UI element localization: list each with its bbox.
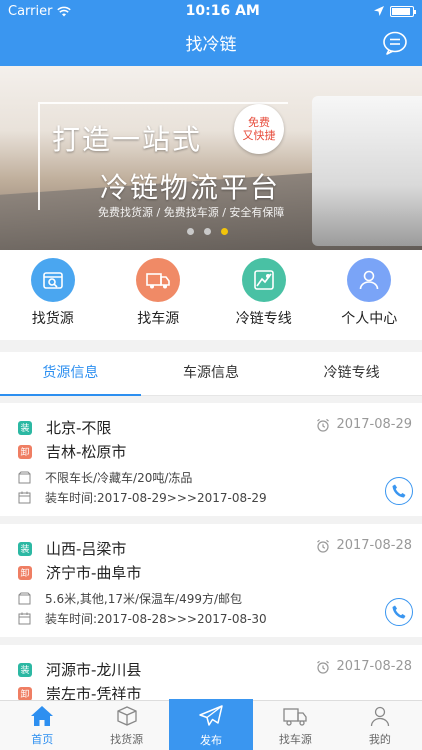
tabbar-mine[interactable]: 我的: [338, 701, 422, 750]
load-location: 北京-不限: [46, 419, 112, 437]
cargo-detail: 不限车长/冷藏车/20吨/冻品: [45, 471, 193, 485]
unload-location: 吉林-松原市: [46, 443, 127, 461]
load-badge: 装: [18, 420, 32, 435]
unload-row: 卸 吉林-松原市: [18, 441, 126, 462]
person-icon: [370, 706, 389, 727]
post-date-text: 2017-08-28: [336, 538, 412, 553]
phone-icon: [392, 484, 406, 498]
load-badge: 装: [18, 541, 32, 556]
user-icon: [347, 258, 392, 302]
quick-action-label: 找车源: [137, 311, 180, 327]
loading-time-row: 装车时间:2017-08-28>>>2017-08-30: [18, 610, 267, 627]
tabbar-label: 发布: [200, 734, 223, 747]
phone-icon: [392, 605, 406, 619]
unload-badge: 卸: [18, 444, 32, 459]
loading-time-row: 装车时间:2017-08-29>>>2017-08-29: [18, 489, 267, 506]
calendar-icon: [18, 491, 31, 504]
box-icon: [18, 592, 31, 605]
unload-row: 卸 济宁市-曲阜市: [18, 562, 141, 583]
carousel-dots: [187, 228, 228, 235]
alarm-clock-icon: [317, 539, 330, 553]
battery-icon: [390, 5, 416, 17]
load-row: 装 山西-吕梁市: [18, 538, 126, 559]
post-date: 2017-08-29: [316, 417, 412, 432]
truck-icon: [136, 258, 181, 302]
call-button[interactable]: [385, 477, 413, 505]
banner-headline-2: 冷链物流平台: [100, 171, 281, 204]
load-badge: 装: [18, 662, 32, 677]
cargo-card[interactable]: 装 山西-吕梁市 卸 济宁市-曲阜市 2017-08-28 5.6米,其他,17…: [0, 524, 422, 637]
call-button[interactable]: [385, 598, 413, 626]
load-location: 山西-吕梁市: [46, 540, 127, 558]
banner-badge: 免费 又快捷: [234, 104, 284, 154]
unload-location: 济宁市-曲阜市: [46, 564, 142, 582]
cargo-detail: 5.6米,其他,17米/保温车/499方/邮包: [45, 592, 243, 606]
quick-action-label: 个人中心: [341, 311, 398, 327]
carousel-dot[interactable]: [204, 228, 211, 235]
post-date-text: 2017-08-29: [336, 417, 412, 432]
paper-plane-icon: [199, 705, 223, 726]
carrier-label: Carrier: [8, 3, 53, 19]
loading-time: 装车时间:2017-08-29>>>2017-08-29: [45, 491, 267, 505]
box-icon: [116, 706, 137, 726]
cargo-list: 装 北京-不限 卸 吉林-松原市 2017-08-29 不限车长/冷藏车/20吨…: [0, 403, 422, 750]
quick-action-label: 找货源: [31, 311, 74, 327]
chat-bubble-icon: [383, 31, 407, 55]
tabbar-find-cargo[interactable]: 找货源: [84, 701, 168, 750]
home-icon: [31, 706, 54, 726]
post-date: 2017-08-28: [316, 659, 412, 674]
page-title: 找冷链: [185, 35, 237, 55]
status-bar: Carrier 10:16 AM: [0, 0, 422, 22]
truck-icon: [283, 708, 308, 726]
banner-truck-graphic: [312, 96, 422, 246]
clock: 10:16 AM: [185, 3, 260, 19]
load-location: 河源市-龙川县: [46, 661, 142, 679]
promo-banner[interactable]: 打造一站式 冷链物流平台 免费找货源 / 免费找车源 / 安全有保障 免费 又快…: [0, 66, 422, 250]
quick-action-profile[interactable]: 个人中心: [317, 250, 422, 340]
banner-badge-line1: 免费: [248, 115, 270, 129]
cargo-detail-row: 不限车长/冷藏车/20吨/冻品: [18, 469, 192, 486]
load-row: 装 北京-不限: [18, 417, 111, 438]
quick-action-cold-chain-lines[interactable]: 冷链专线: [211, 250, 317, 340]
cargo-search-icon: [30, 258, 75, 302]
alarm-clock-icon: [317, 418, 330, 432]
map-route-icon: [241, 258, 286, 302]
cargo-card[interactable]: 装 北京-不限 卸 吉林-松原市 2017-08-29 不限车长/冷藏车/20吨…: [0, 403, 422, 516]
tab-cargo-info[interactable]: 货源信息: [0, 352, 141, 396]
banner-badge-line2: 又快捷: [242, 129, 276, 142]
quick-action-find-truck[interactable]: 找车源: [106, 250, 212, 340]
carousel-dot[interactable]: [187, 228, 194, 235]
tabbar-publish[interactable]: 发布: [168, 699, 254, 750]
carousel-dot-active[interactable]: [221, 228, 228, 235]
quick-actions: 找货源 找车源 冷链专线 个人中心: [0, 250, 422, 340]
top-bar: Carrier 10:16 AM 找冷链: [0, 0, 422, 66]
banner-headline-1: 打造一站式: [52, 123, 203, 156]
tabbar-label: 找车源: [278, 733, 312, 746]
wifi-icon: [57, 6, 72, 16]
unload-badge: 卸: [18, 686, 32, 701]
tabbar-label: 找货源: [110, 733, 144, 746]
unload-badge: 卸: [18, 565, 32, 580]
quick-action-find-cargo[interactable]: 找货源: [0, 250, 106, 340]
tabbar-home[interactable]: 首页: [0, 701, 84, 750]
tab-cold-chain-lines[interactable]: 冷链专线: [281, 352, 422, 395]
tab-truck-info[interactable]: 车源信息: [141, 352, 282, 395]
post-date: 2017-08-28: [316, 538, 412, 553]
location-arrow-icon: [374, 6, 384, 16]
cargo-detail-row: 5.6米,其他,17米/保温车/499方/邮包: [18, 590, 242, 607]
banner-subtitle: 免费找货源 / 免费找车源 / 安全有保障: [98, 206, 285, 219]
bottom-tab-bar: 首页 找货源 发布 找车源 我的: [0, 699, 422, 750]
loading-time: 装车时间:2017-08-28>>>2017-08-30: [45, 612, 267, 626]
message-button[interactable]: [382, 30, 408, 56]
tabbar-find-truck[interactable]: 找车源: [253, 701, 337, 750]
post-date-text: 2017-08-28: [336, 659, 412, 674]
quick-action-label: 冷链专线: [235, 311, 292, 327]
calendar-icon: [18, 612, 31, 625]
box-icon: [18, 471, 31, 484]
info-tabs: 货源信息 车源信息 冷链专线: [0, 352, 422, 396]
tabbar-label: 首页: [31, 733, 54, 746]
load-row: 装 河源市-龙川县: [18, 659, 141, 680]
tabbar-label: 我的: [368, 733, 391, 746]
alarm-clock-icon: [317, 660, 330, 674]
